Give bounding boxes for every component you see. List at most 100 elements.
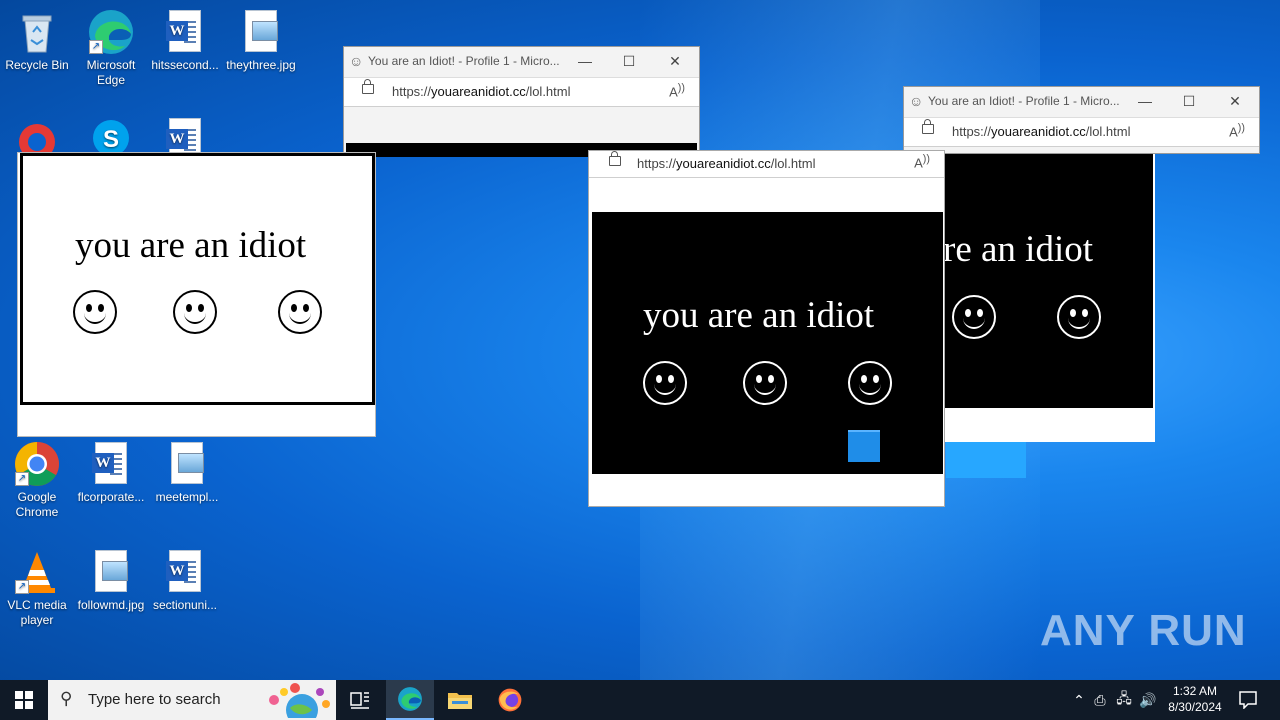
smiley-icon <box>278 290 322 334</box>
desktop-icon-label: VLC media player <box>7 598 67 627</box>
smiley-icon <box>848 361 892 405</box>
idiot-text: you are an idiot <box>75 225 307 266</box>
desktop-icon-label: sectionuni... <box>152 598 218 612</box>
desktop-icon-vlc[interactable]: ↗ VLC media player <box>0 548 74 628</box>
recycle-bin-icon <box>13 8 61 56</box>
desktop-icon-theythree[interactable]: theythree.jpg <box>224 8 298 73</box>
browser-window-2[interactable]: ☺ You are an Idiot! - Profile 1 - Micro.… <box>903 86 1260 154</box>
desktop-icon-label: hitssecond... <box>151 58 219 72</box>
read-aloud-icon[interactable]: A)) <box>914 153 930 170</box>
lock-icon <box>609 151 621 166</box>
desktop-icon-ccleaner[interactable] <box>0 116 74 156</box>
address-url[interactable]: https://youareanidiot.cc/lol.html <box>952 124 1131 139</box>
address-bar[interactable]: https://youareanidiot.cc/lol.html A)) <box>589 151 944 178</box>
desktop-icon-label: Microsoft Edge <box>86 58 136 87</box>
address-bar[interactable]: https://youareanidiot.cc/lol.html A)) <box>904 117 1259 147</box>
chrome-icon: ↗ <box>13 440 61 488</box>
network-icon[interactable]: 🖧 <box>1112 688 1136 712</box>
idiot-popup-left[interactable]: you are an idiot <box>17 152 376 437</box>
taskbar-search[interactable]: ⚲ Type here to search <box>48 680 336 720</box>
word-doc-icon: W <box>161 116 209 156</box>
smiley-icon <box>73 290 117 334</box>
notification-center-button[interactable] <box>1230 680 1266 720</box>
desktop-icon-flcorporate[interactable]: W flcorporate... <box>74 440 148 505</box>
smiley-icon <box>643 361 687 405</box>
idiot-popup-middle[interactable]: https://youareanidiot.cc/lol.html A)) yo… <box>588 150 945 507</box>
image-file-icon <box>163 440 211 488</box>
idiot-panel: you are an idiot <box>20 153 375 405</box>
vlc-icon: ↗ <box>13 548 61 596</box>
taskbar-file-explorer-button[interactable] <box>436 680 484 720</box>
desktop-icon-label: theythree.jpg <box>226 58 296 72</box>
desktop-icon-label: meetempl... <box>155 490 219 504</box>
clock-time: 1:32 AM <box>1172 684 1218 698</box>
desktop-icon-skype[interactable]: S <box>74 116 148 156</box>
read-aloud-icon[interactable]: A)) <box>669 82 685 99</box>
search-icon: ⚲ <box>60 689 73 708</box>
lock-icon <box>922 119 934 134</box>
shortcut-arrow-icon: ↗ <box>15 472 29 486</box>
desktop: Recycle Bin ↗ Microsoft Edge W hitssecon… <box>0 0 1280 680</box>
lock-icon <box>362 79 374 94</box>
window-title: You are an Idiot! - Profile 1 - Micro... <box>928 94 1120 108</box>
idiot-popup-right[interactable]: re an idiot <box>943 154 1155 442</box>
minimize-icon[interactable]: — <box>1135 91 1155 111</box>
smiley-icon <box>1057 295 1101 339</box>
clock[interactable]: 1:32 AM 8/30/2024 <box>1162 683 1228 715</box>
taskbar-firefox-button[interactable] <box>486 680 534 720</box>
device-icon[interactable]: ⎙ <box>1088 692 1112 709</box>
address-url[interactable]: https://youareanidiot.cc/lol.html <box>392 84 571 99</box>
edge-icon <box>398 687 422 711</box>
close-icon[interactable]: ✕ <box>665 51 685 71</box>
minimize-icon[interactable]: — <box>575 51 595 71</box>
address-url[interactable]: https://youareanidiot.cc/lol.html <box>637 156 816 171</box>
idiot-text: you are an idiot <box>643 295 875 336</box>
anyrun-watermark: ANY RUN <box>1040 606 1247 655</box>
desktop-icon-word-doc[interactable]: W <box>148 116 222 156</box>
maximize-icon[interactable]: ☐ <box>1179 91 1199 111</box>
desktop-icon-meetempl[interactable]: meetempl... <box>150 440 224 505</box>
image-file-icon <box>87 548 135 596</box>
desktop-icon-label: flcorporate... <box>77 490 145 504</box>
read-aloud-icon[interactable]: A)) <box>1229 122 1245 139</box>
clock-date: 8/30/2024 <box>1168 700 1222 714</box>
desktop-icon-chrome[interactable]: ↗ Google Chrome <box>0 440 74 520</box>
word-doc-icon: W <box>161 548 209 596</box>
edge-icon: ↗ <box>87 8 135 56</box>
desktop-icon-recycle-bin[interactable]: Recycle Bin <box>0 8 74 73</box>
maximize-icon[interactable]: ☐ <box>619 51 639 71</box>
desktop-icon-hitssecond[interactable]: W hitssecond... <box>148 8 222 73</box>
taskbar: ⚲ Type here to search ⌃ ⎙ 🖧 🔊 1:32 AM 8/… <box>0 680 1280 720</box>
browser-window-1[interactable]: ☺ You are an Idiot! - Profile 1 - Micro.… <box>343 46 700 157</box>
taskbar-edge-button[interactable] <box>386 680 434 720</box>
word-doc-icon: W <box>161 8 209 56</box>
idiot-panel: re an idiot <box>943 154 1153 408</box>
address-bar[interactable]: https://youareanidiot.cc/lol.html A)) <box>344 77 699 107</box>
wallpaper-logo-pane <box>946 440 1026 478</box>
task-view-icon <box>350 692 369 709</box>
desktop-icon-label: followmd.jpg <box>77 598 145 612</box>
windows-logo-icon <box>15 691 33 709</box>
ccleaner-icon <box>13 116 61 156</box>
window-title: You are an Idiot! - Profile 1 - Micro... <box>368 54 560 68</box>
close-icon[interactable]: ✕ <box>1225 91 1245 111</box>
desktop-icon-label: Recycle Bin <box>5 58 69 72</box>
start-button[interactable] <box>0 680 48 720</box>
desktop-icon-followmd[interactable]: followmd.jpg <box>74 548 148 613</box>
image-file-icon <box>237 8 285 56</box>
show-hidden-icons-chevron-icon[interactable]: ⌃ <box>1070 692 1088 709</box>
desktop-icon-edge[interactable]: ↗ Microsoft Edge <box>74 8 148 88</box>
desktop-icon-sectionuni[interactable]: W sectionuni... <box>148 548 222 613</box>
task-view-button[interactable] <box>336 680 384 720</box>
window-titlebar[interactable]: ☺ You are an Idiot! - Profile 1 - Micro.… <box>344 47 699 75</box>
smiley-favicon-icon: ☺ <box>909 93 924 109</box>
search-placeholder: Type here to search <box>88 691 221 708</box>
volume-icon[interactable]: 🔊 <box>1136 692 1160 709</box>
system-tray: ⌃ ⎙ 🖧 🔊 <box>1070 680 1160 720</box>
shortcut-arrow-icon: ↗ <box>89 40 103 54</box>
idiot-panel: you are an idiot <box>592 212 943 474</box>
word-doc-icon: W <box>87 440 135 488</box>
window-titlebar[interactable]: ☺ You are an Idiot! - Profile 1 - Micro.… <box>904 87 1259 115</box>
folder-icon <box>448 693 472 709</box>
idiot-text: re an idiot <box>943 229 1094 270</box>
